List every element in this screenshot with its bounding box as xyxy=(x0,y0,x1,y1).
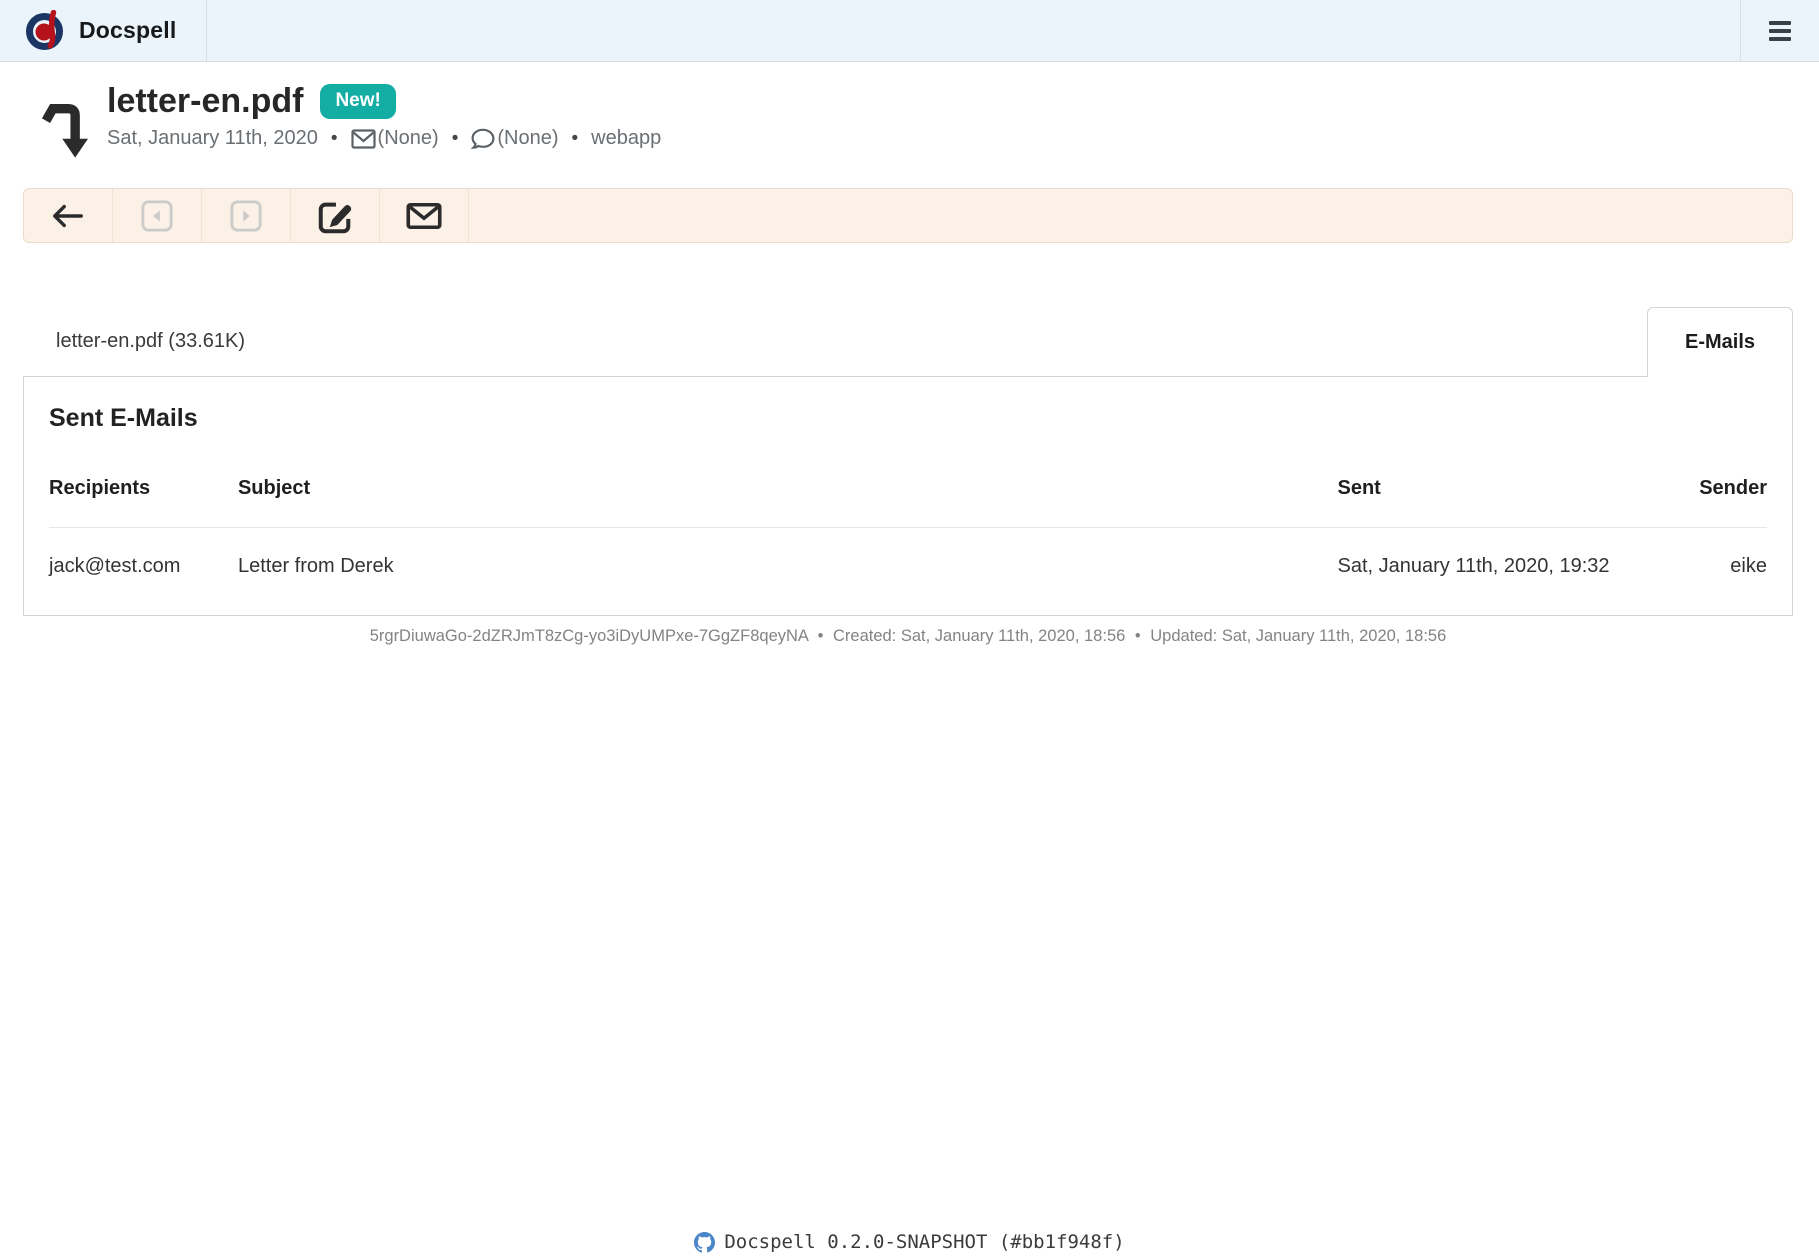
hamburger-icon xyxy=(1769,21,1791,41)
item-title: letter-en.pdf xyxy=(107,83,303,120)
back-button[interactable] xyxy=(24,189,113,242)
concerning-field: (None) xyxy=(471,127,558,150)
caret-square-right-icon xyxy=(230,200,262,232)
item-title-block: letter-en.pdf New! Sat, January 11th, 20… xyxy=(107,83,661,173)
github-link[interactable] xyxy=(694,1232,715,1253)
prev-item-button[interactable] xyxy=(113,189,202,242)
cell-sender: eike xyxy=(1630,528,1767,616)
separator-dot: • xyxy=(1135,627,1141,645)
sent-emails-panel: Sent E-Mails Recipients Subject Sent Sen… xyxy=(23,376,1793,616)
docspell-logo-icon xyxy=(25,10,66,51)
created-timestamp: Created: Sat, January 11th, 2020, 18:56 xyxy=(833,627,1125,645)
main-content: letter-en.pdf New! Sat, January 11th, 20… xyxy=(0,62,1819,1231)
mail-icon xyxy=(406,202,442,230)
navbar-spacer xyxy=(207,0,1740,61)
item-meta-line: 5rgrDiuwaGo-2dZRJmT8zCg-yo3iDyUMPxe-7GgZ… xyxy=(23,627,1793,646)
cell-sent: Sat, January 11th, 2020, 19:32 xyxy=(1338,528,1630,616)
item-header: letter-en.pdf New! Sat, January 11th, 20… xyxy=(23,62,1793,173)
item-date: Sat, January 11th, 2020 xyxy=(107,127,318,150)
tab-attachment[interactable]: letter-en.pdf (33.61K) xyxy=(23,330,245,353)
source-value: webapp xyxy=(591,127,661,150)
comment-icon xyxy=(471,128,495,149)
send-mail-button[interactable] xyxy=(380,189,469,242)
table-row[interactable]: jack@test.com Letter from Derek Sat, Jan… xyxy=(49,528,1767,616)
app-footer: Docspell 0.2.0-SNAPSHOT (#bb1f948f) xyxy=(0,1231,1819,1258)
table-header-row: Recipients Subject Sent Sender xyxy=(49,469,1767,528)
column-sent: Sent xyxy=(1338,469,1630,528)
item-toolbar xyxy=(23,188,1793,243)
column-recipients: Recipients xyxy=(49,469,238,528)
tab-bar: letter-en.pdf (33.61K) E-Mails xyxy=(23,307,1793,376)
new-badge: New! xyxy=(320,84,395,119)
updated-timestamp: Updated: Sat, January 11th, 2020, 18:56 xyxy=(1150,627,1446,645)
separator-dot: • xyxy=(818,627,824,645)
separator-dot: • xyxy=(331,128,338,150)
correspondent-value: (None) xyxy=(378,127,439,150)
menu-button[interactable] xyxy=(1740,0,1819,61)
column-sender: Sender xyxy=(1630,469,1767,528)
separator-dot: • xyxy=(452,128,459,150)
item-subheader: Sat, January 11th, 2020 • (None) • xyxy=(107,127,661,150)
edit-icon xyxy=(316,197,354,235)
concerning-value: (None) xyxy=(497,127,558,150)
github-icon xyxy=(694,1232,715,1253)
caret-square-left-icon xyxy=(141,200,173,232)
envelope-icon xyxy=(351,129,376,149)
tab-emails[interactable]: E-Mails xyxy=(1647,307,1793,377)
level-down-arrow-icon xyxy=(40,94,88,173)
separator-dot: • xyxy=(571,128,578,150)
brand-title: Docspell xyxy=(79,17,176,44)
version-text: Docspell 0.2.0-SNAPSHOT (#bb1f948f) xyxy=(724,1231,1124,1253)
sent-emails-heading: Sent E-Mails xyxy=(49,404,1767,433)
cell-subject: Letter from Derek xyxy=(238,528,1338,616)
sent-emails-table: Recipients Subject Sent Sender jack@test… xyxy=(49,469,1767,615)
arrow-left-icon xyxy=(51,202,85,230)
item-id: 5rgrDiuwaGo-2dZRJmT8zCg-yo3iDyUMPxe-7GgZ… xyxy=(370,627,808,645)
correspondent-field: (None) xyxy=(351,127,439,150)
edit-item-button[interactable] xyxy=(291,189,380,242)
cell-recipients: jack@test.com xyxy=(49,528,238,616)
top-navbar: Docspell xyxy=(0,0,1819,62)
column-subject: Subject xyxy=(238,469,1338,528)
brand-home-link[interactable]: Docspell xyxy=(0,0,207,61)
next-item-button[interactable] xyxy=(202,189,291,242)
